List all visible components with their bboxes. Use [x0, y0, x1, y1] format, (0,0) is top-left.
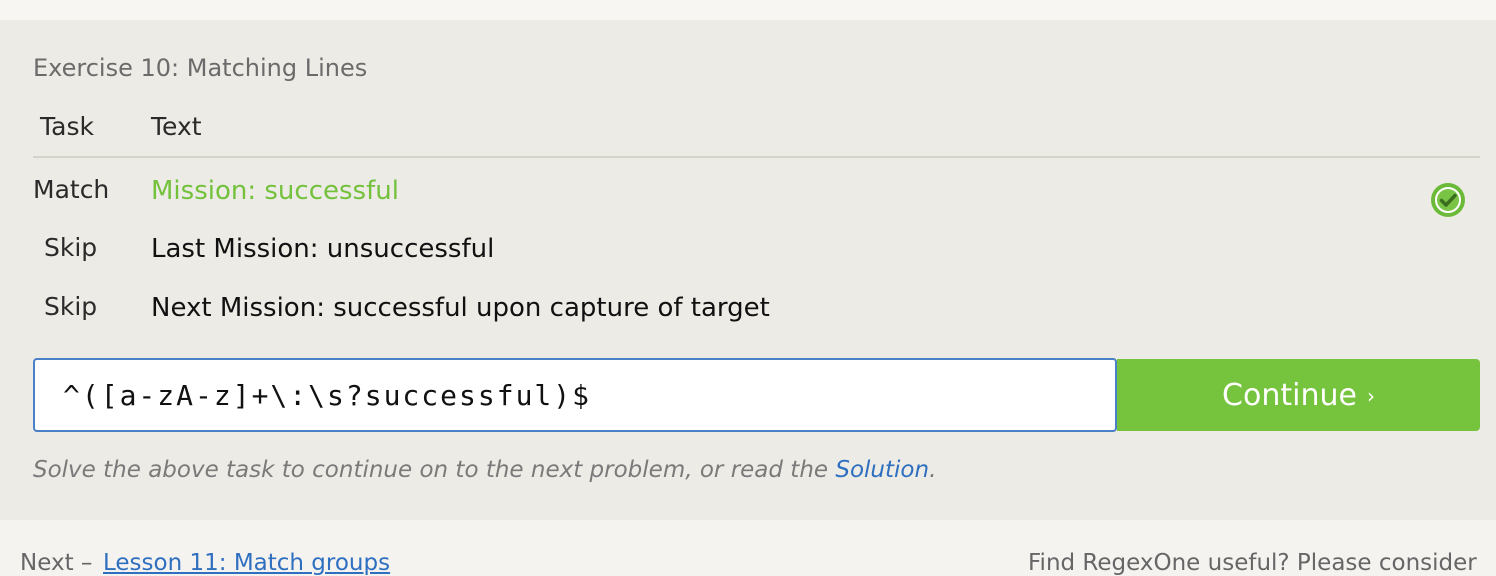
hint-prefix: Solve the above task to continue on to t… [33, 457, 836, 483]
promo-text: Find RegexOne useful? Please consider [1028, 550, 1477, 576]
row-2-task: Skip [44, 233, 98, 262]
row-1-task: Match [33, 175, 110, 204]
row-3-task: Skip [44, 292, 98, 321]
row-2-text: Last Mission: unsuccessful [151, 234, 495, 264]
header-divider [33, 156, 1480, 158]
exercise-title: Exercise 10: Matching Lines [33, 54, 368, 82]
chevron-right-icon: › [1366, 384, 1375, 408]
column-header-text: Text [151, 112, 202, 141]
exercise-panel [0, 20, 1496, 520]
regex-input[interactable] [33, 358, 1117, 432]
column-header-task: Task [40, 112, 94, 141]
row-3-text: Next Mission: successful upon capture of… [151, 293, 770, 323]
top-strip [0, 0, 1496, 20]
hint-suffix: . [929, 457, 937, 483]
hint-text: Solve the above task to continue on to t… [33, 457, 936, 483]
solution-link[interactable]: Solution [835, 457, 929, 483]
continue-label: Continue [1222, 377, 1357, 413]
continue-button[interactable]: Continue › [1117, 359, 1480, 431]
next-label: Next – [20, 550, 93, 576]
next-lesson-link[interactable]: Lesson 11: Match groups [103, 550, 390, 576]
check-circle-icon [1431, 183, 1465, 217]
row-1-text: Mission: successful [151, 176, 399, 206]
